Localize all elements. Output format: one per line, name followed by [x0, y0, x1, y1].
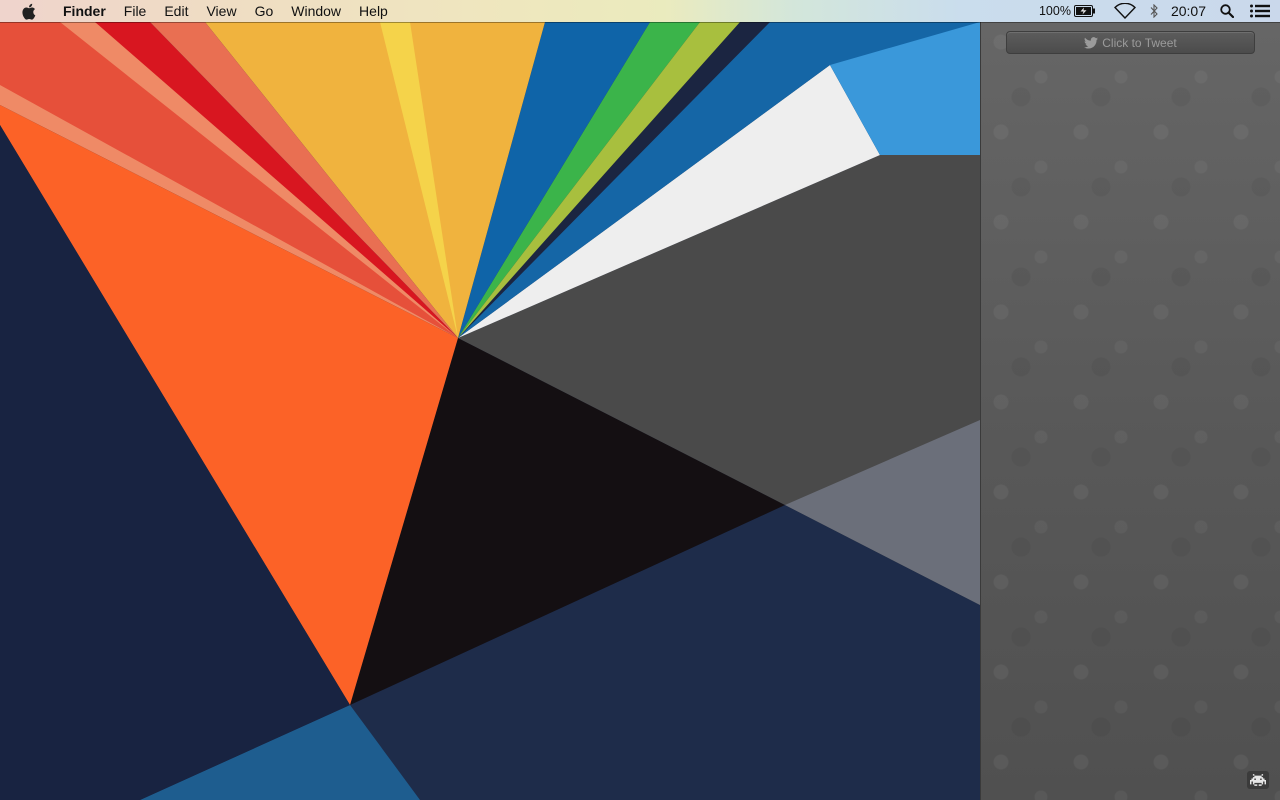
spotlight-search-icon[interactable] — [1220, 0, 1234, 22]
menu-help[interactable]: Help — [350, 0, 397, 22]
bluetooth-icon[interactable] — [1150, 0, 1159, 22]
battery-charging-icon[interactable] — [1073, 0, 1096, 22]
status-area: 100% 20:07 — [1039, 0, 1280, 22]
twitter-bird-icon — [1084, 36, 1099, 49]
click-to-tweet-label: Click to Tweet — [1102, 35, 1177, 50]
menu-bar: Finder File Edit View Go Window Help 100… — [0, 0, 1280, 22]
menu-app-finder[interactable]: Finder — [54, 0, 115, 22]
click-to-tweet-button[interactable]: Click to Tweet — [1006, 31, 1255, 54]
battery-percent[interactable]: 100% — [1039, 0, 1071, 22]
side-panel: Click to Tweet — [980, 22, 1280, 800]
menu-file[interactable]: File — [115, 0, 156, 22]
menu-edit[interactable]: Edit — [155, 0, 197, 22]
desktop-wallpaper — [0, 0, 980, 800]
menu-window[interactable]: Window — [282, 0, 350, 22]
apple-logo-icon[interactable] — [19, 2, 37, 20]
menu-go[interactable]: Go — [246, 0, 283, 22]
menu-view[interactable]: View — [197, 0, 245, 22]
clock-time[interactable]: 20:07 — [1171, 0, 1206, 22]
wifi-icon[interactable] — [1113, 0, 1136, 22]
space-invader-icon[interactable] — [1247, 771, 1269, 789]
notification-center-icon[interactable] — [1250, 0, 1270, 22]
